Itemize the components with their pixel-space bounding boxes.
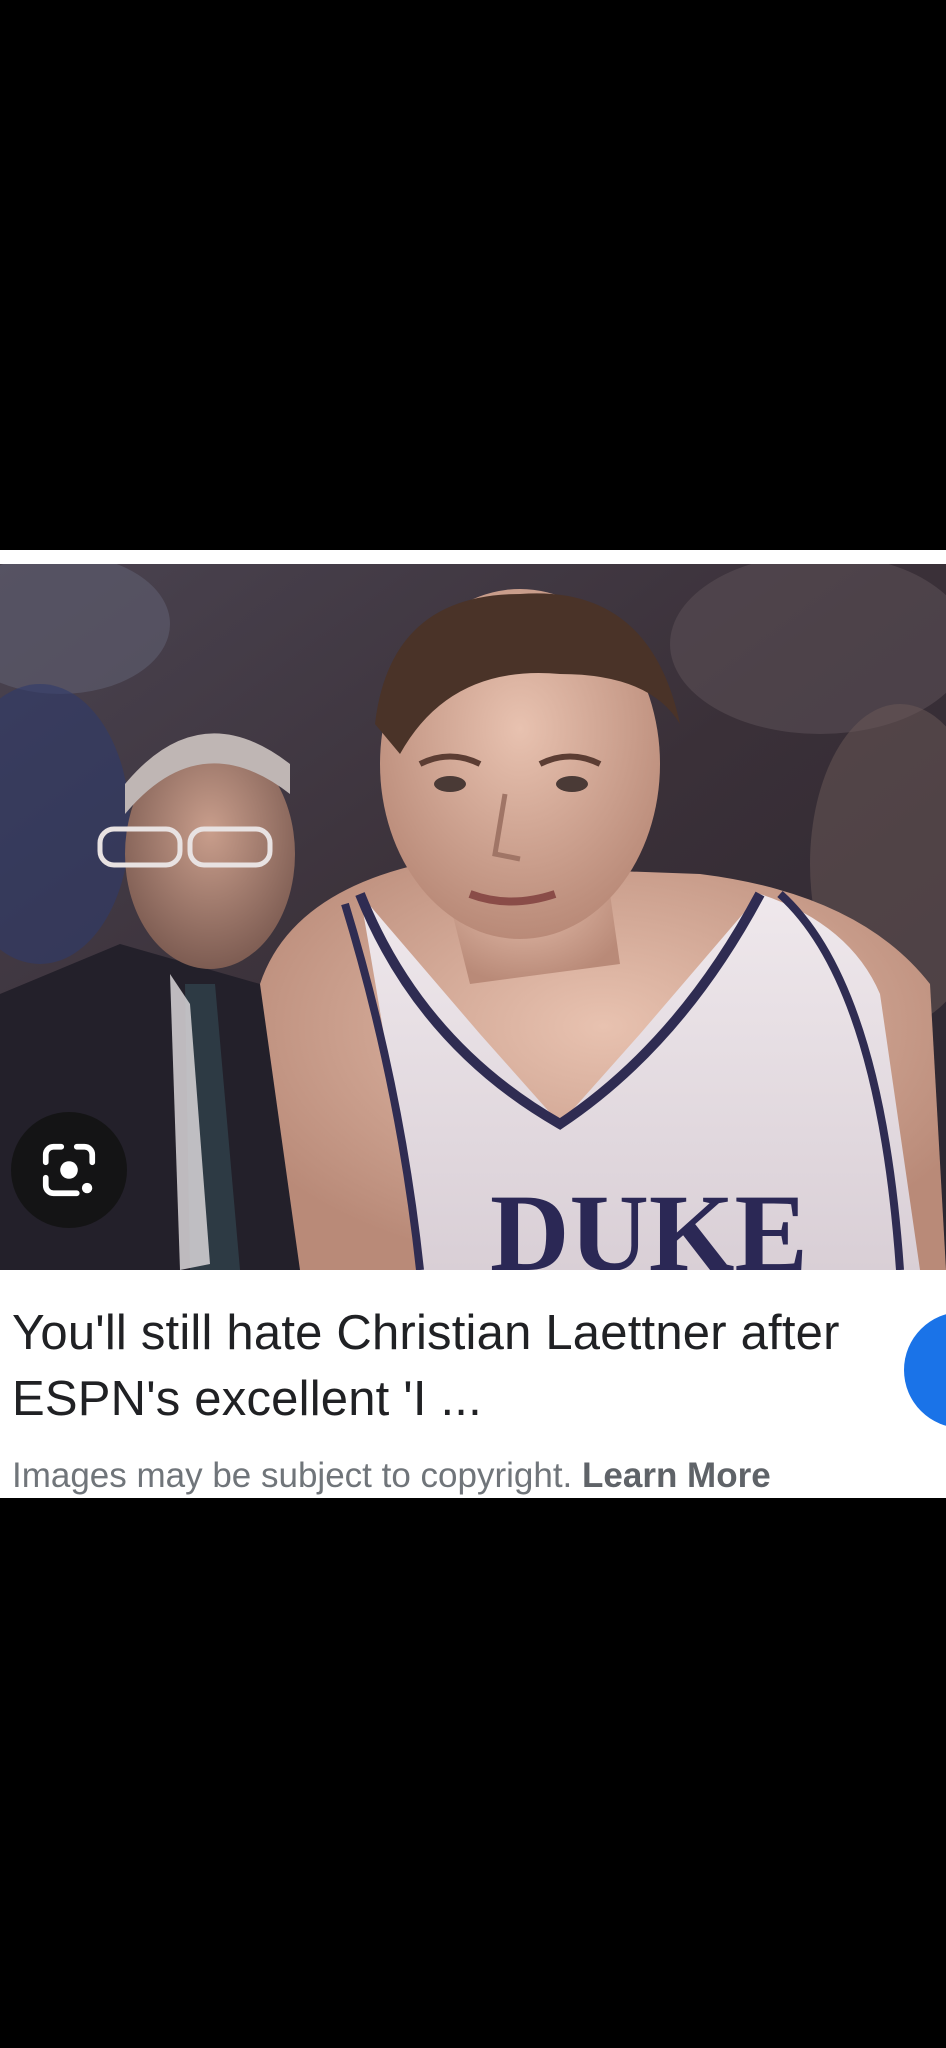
- google-lens-icon: [42, 1143, 96, 1197]
- top-backdrop[interactable]: [0, 0, 946, 550]
- player-photo: DUKE: [0, 564, 946, 1270]
- bottom-backdrop[interactable]: [0, 1498, 946, 2048]
- result-title[interactable]: You'll still hate Christian Laettner aft…: [12, 1300, 872, 1432]
- copyright-notice: Images may be subject to copyright. Lear…: [12, 1454, 771, 1498]
- result-image[interactable]: DUKE: [0, 564, 946, 1270]
- image-viewer: DUKE You'll still hate Christian Laettne…: [0, 0, 946, 2048]
- result-card: DUKE You'll still hate Christian Laettne…: [0, 550, 946, 1498]
- visit-site-button[interactable]: [904, 1312, 946, 1428]
- svg-text:DUKE: DUKE: [490, 1172, 808, 1270]
- learn-more-link[interactable]: Learn More: [582, 1456, 771, 1495]
- google-lens-button[interactable]: [11, 1112, 127, 1228]
- copyright-text: Images may be subject to copyright.: [12, 1456, 573, 1495]
